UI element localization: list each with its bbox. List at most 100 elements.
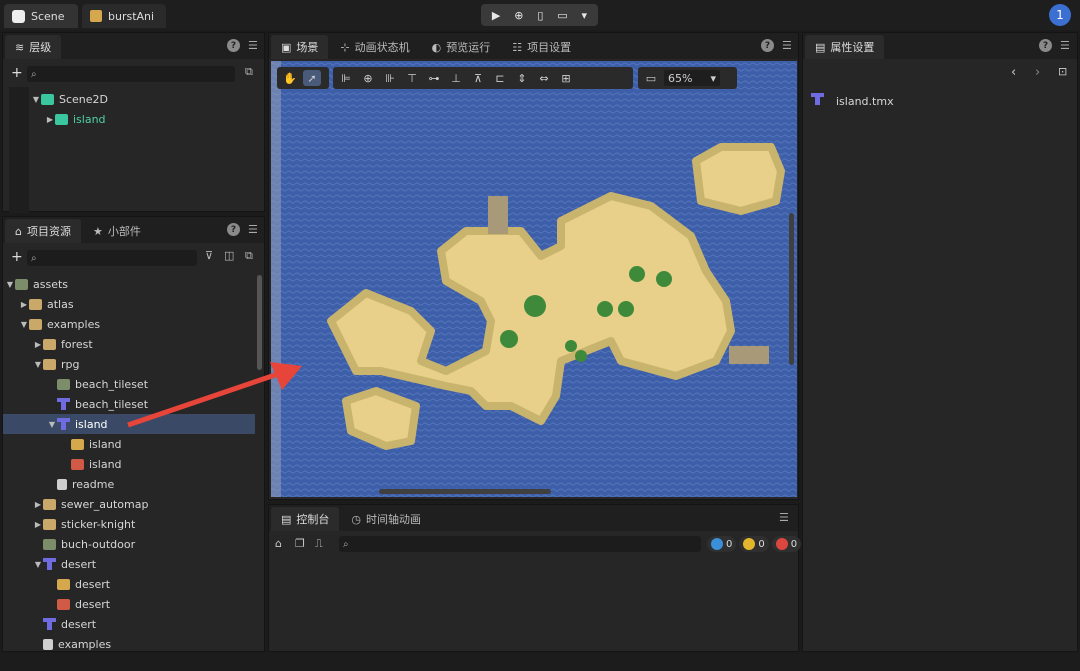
clear-icon[interactable]: ⌂ <box>275 537 282 550</box>
distribute-left-icon[interactable]: ⊏ <box>491 70 509 86</box>
hierarchy-search[interactable]: ⌕ <box>27 66 235 82</box>
expand-down-icon[interactable]: ▼ <box>33 560 43 569</box>
asset-tree-item[interactable]: ▶ sticker-knight <box>3 514 255 534</box>
node-icon <box>55 113 68 125</box>
tab-preview[interactable]: ◐ 预览运行 <box>422 35 501 59</box>
expand-right-icon[interactable]: ▶ <box>33 520 43 529</box>
collapse-icon[interactable]: ⧉ <box>245 65 253 79</box>
asset-tree-item[interactable]: ▼ desert <box>3 554 255 574</box>
align-top-icon[interactable]: ⊤ <box>403 70 421 86</box>
asset-tree-item[interactable]: desert <box>3 574 255 594</box>
tree-item-scene2d[interactable]: ▼ Scene2D <box>31 89 108 109</box>
align-center-h-icon[interactable]: ⊕ <box>359 70 377 86</box>
expand-right-icon[interactable]: ▶ <box>33 340 43 349</box>
asset-tree-item[interactable]: ▶ sewer_automap <box>3 494 255 514</box>
lock-icon[interactable]: ⊡ <box>1058 65 1067 78</box>
asset-tree-item[interactable]: ▼ assets <box>3 274 255 294</box>
collapse-log-icon[interactable]: ⎍ <box>315 537 323 551</box>
dropdown-icon[interactable]: ▾ <box>582 9 588 22</box>
tab-properties[interactable]: ▤ 属性设置 <box>805 35 885 59</box>
asset-tree-item[interactable]: desert <box>3 594 255 614</box>
asset-tree-item[interactable]: island <box>3 434 255 454</box>
expand-arrow-icon[interactable]: ▼ <box>31 95 41 104</box>
help-icon[interactable]: ? <box>227 223 240 236</box>
tab-scene[interactable]: Scene <box>4 4 78 28</box>
distribute-v-icon[interactable]: ⇕ <box>513 70 531 86</box>
tab-hierarchy[interactable]: ≋ 层级 <box>5 35 62 59</box>
asset-tree-item[interactable]: ▶ atlas <box>3 294 255 314</box>
assets-search[interactable]: ⌕ <box>27 250 197 266</box>
split-view-icon[interactable]: ◫ <box>224 249 234 262</box>
back-icon[interactable]: ‹ <box>1011 65 1016 80</box>
tab-project-assets[interactable]: ⌂ 项目资源 <box>5 219 81 243</box>
help-icon[interactable]: ? <box>1039 39 1052 52</box>
expand-arrow-icon[interactable]: ▶ <box>45 115 55 124</box>
collapse-icon[interactable]: ⧉ <box>245 249 253 263</box>
select-tool-icon[interactable]: ➚ <box>303 70 321 86</box>
expand-right-icon[interactable]: ▶ <box>19 300 29 309</box>
assets-scrollbar[interactable] <box>257 275 262 370</box>
menu-icon[interactable]: ☰ <box>248 223 258 236</box>
menu-icon[interactable]: ☰ <box>248 39 258 52</box>
align-center-v-icon[interactable]: ⊶ <box>425 70 443 86</box>
asset-tree-item[interactable]: ▼ examples <box>3 314 255 334</box>
asset-tree-item[interactable]: ▶ forest <box>3 334 255 354</box>
distribute-h-icon[interactable]: ⇔ <box>535 70 553 86</box>
align-right-icon[interactable]: ⊪ <box>381 70 399 86</box>
menu-icon[interactable]: ☰ <box>1060 39 1070 52</box>
tree-item-island[interactable]: ▶ island <box>45 109 106 129</box>
hand-tool-icon[interactable]: ✋ <box>281 70 299 86</box>
asset-tree-item[interactable]: buch-outdoor <box>3 534 255 554</box>
add-icon[interactable]: + <box>11 249 23 265</box>
tab-label: 场景 <box>296 41 319 54</box>
align-bottom-icon[interactable]: ⊥ <box>447 70 465 86</box>
align-left-icon[interactable]: ⊫ <box>337 70 355 86</box>
viewport-h-scrollbar[interactable] <box>379 489 551 494</box>
play-icon[interactable]: ▶ <box>492 9 500 22</box>
screen-fit-icon[interactable]: ▭ <box>642 70 660 86</box>
expand-down-icon[interactable]: ▼ <box>5 280 15 289</box>
info-count-badge[interactable]: 0 <box>707 536 737 552</box>
error-count-badge[interactable]: 0 <box>771 536 802 552</box>
zoom-select[interactable]: 65% ▾ <box>664 70 720 86</box>
inspected-file: island.tmx <box>811 91 894 111</box>
asset-tree-item[interactable]: desert <box>3 614 255 634</box>
console-search[interactable]: ⌕ <box>339 536 701 552</box>
help-icon[interactable]: ? <box>227 39 240 52</box>
help-icon[interactable]: ? <box>761 39 774 52</box>
globe-icon[interactable]: ⊕ <box>514 9 523 22</box>
expand-down-icon[interactable]: ▼ <box>33 360 43 369</box>
menu-icon[interactable]: ☰ <box>779 511 789 524</box>
folder-icon <box>29 318 42 330</box>
tab-timeline[interactable]: ◷ 时间轴动画 <box>341 507 431 531</box>
tab-console[interactable]: ▤ 控制台 <box>271 507 340 531</box>
add-icon[interactable]: + <box>11 65 23 81</box>
phone-icon[interactable]: ▯ <box>537 9 543 22</box>
grid-icon[interactable]: ⊞ <box>557 70 575 86</box>
tab-burstani[interactable]: burstAni <box>82 4 166 28</box>
expand-down-icon[interactable]: ▼ <box>19 320 29 329</box>
forward-icon[interactable]: › <box>1035 65 1040 80</box>
expand-right-icon[interactable]: ▶ <box>33 500 43 509</box>
expand-down-icon[interactable]: ▼ <box>47 420 57 429</box>
asset-tree-item[interactable]: examples <box>3 634 255 654</box>
folder-icon <box>43 358 56 370</box>
tab-project-settings[interactable]: ☷ 项目设置 <box>502 35 581 59</box>
user-avatar[interactable]: 1 <box>1049 4 1071 26</box>
filter-icon[interactable]: ⊽ <box>205 249 213 262</box>
asset-tree-item[interactable]: island <box>3 454 255 474</box>
scene-viewport[interactable] <box>271 61 797 497</box>
asset-tree-item[interactable]: readme <box>3 474 255 494</box>
distribute-top-icon[interactable]: ⊼ <box>469 70 487 86</box>
warn-count-badge[interactable]: 0 <box>739 536 769 552</box>
tab-widgets[interactable]: ★ 小部件 <box>83 219 151 243</box>
monitor-icon[interactable]: ▭ <box>557 9 567 22</box>
viewport-v-scrollbar[interactable] <box>789 213 794 365</box>
folder-icon <box>43 518 56 530</box>
copy-icon[interactable]: ❐ <box>295 537 305 550</box>
hierarchy-gutter <box>9 87 29 213</box>
asset-tree-label: desert <box>75 597 111 611</box>
tab-animator[interactable]: ⊹ 动画状态机 <box>330 35 419 59</box>
tab-scene-view[interactable]: ▣ 场景 <box>271 35 329 59</box>
menu-icon[interactable]: ☰ <box>782 39 792 52</box>
